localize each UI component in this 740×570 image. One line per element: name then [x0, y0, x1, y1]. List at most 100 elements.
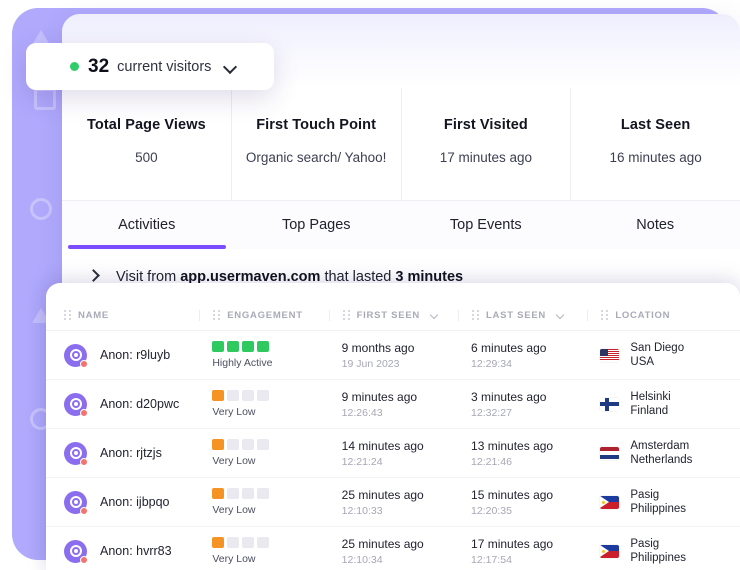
target-icon: [69, 496, 82, 508]
engagement-label: Very Low: [212, 504, 256, 516]
first-seen-relative: 25 minutes ago: [341, 487, 424, 502]
metric-title: Last Seen: [620, 117, 691, 133]
location-city: Helsinki: [630, 391, 671, 403]
last-seen-timestamp: 12:20:35: [471, 504, 512, 517]
table-row[interactable]: Anon: ijbpqo Very Low 25 minutes ago 12:10:…: [46, 478, 740, 527]
chevron-down-icon[interactable]: [223, 60, 237, 74]
first-seen-timestamp: 12:21:24: [341, 455, 383, 468]
cell-name: Anon: r9luyb: [46, 343, 199, 368]
target-icon: [69, 447, 82, 459]
avatar-status-dot-icon: [80, 506, 88, 515]
table-header-row: NAME ENGAGEMENT FIRST SEEN LAST SEEN LOC…: [46, 300, 740, 331]
engagement-label: Very Low: [212, 455, 256, 467]
location-city: San Diego: [630, 342, 685, 354]
cell-location: Pasig Philippines: [587, 489, 740, 515]
table-row[interactable]: Anon: hvrr83 Very Low 25 minutes ago 12:10:…: [46, 527, 740, 570]
cell-last-seen: 15 minutes ago 12:20:35: [458, 488, 587, 517]
cell-first-seen: 25 minutes ago 12:10:33: [329, 488, 458, 517]
metric-title: First Visited: [443, 117, 528, 133]
last-seen-timestamp: 12:29:34: [471, 357, 512, 370]
first-seen-timestamp: 12:10:33: [341, 504, 383, 517]
table-row[interactable]: Anon: rjtzjs Very Low 14 minutes ago 12:21:…: [46, 429, 740, 478]
flag-icon: [600, 348, 620, 362]
tab-notes[interactable]: Notes: [571, 201, 740, 249]
cell-first-seen: 9 months ago 19 Jun 2023: [329, 341, 458, 370]
last-seen-timestamp: 12:21:46: [471, 455, 512, 468]
first-seen-timestamp: 19 Jun 2023: [341, 357, 400, 370]
flag-icon: [600, 446, 620, 460]
flag-icon: [600, 544, 620, 558]
current-visitors-pill[interactable]: 32 current visitors: [26, 43, 274, 90]
engagement-bar: [257, 341, 270, 352]
metric-total-page-views: Total Page Views 500: [62, 88, 232, 200]
cell-last-seen: 3 minutes ago 12:32:27: [458, 390, 587, 419]
last-seen-timestamp: 12:32:27: [471, 406, 512, 419]
engagement-bar: [227, 537, 240, 548]
last-seen-relative: 3 minutes ago: [471, 389, 547, 404]
visitor-name: Anon: ijbpqo: [100, 495, 170, 509]
avatar: [64, 539, 88, 564]
last-seen-relative: 15 minutes ago: [471, 487, 554, 502]
cell-name: Anon: d20pwc: [46, 392, 199, 417]
avatar: [64, 490, 88, 515]
engagement-label: Very Low: [212, 406, 256, 418]
drag-handle-icon[interactable]: [471, 309, 479, 321]
engagement-bar: [227, 439, 240, 450]
drag-handle-icon[interactable]: [213, 309, 221, 321]
location-city: Pasig: [630, 538, 660, 550]
cell-engagement: Very Low: [199, 537, 328, 565]
cell-name: Anon: ijbpqo: [46, 490, 199, 515]
engagement-label: Very Low: [212, 553, 256, 565]
first-seen-relative: 14 minutes ago: [341, 438, 424, 453]
avatar-status-dot-icon: [80, 457, 88, 466]
column-header-first-seen[interactable]: FIRST SEEN: [328, 309, 458, 321]
sort-chevron-down-icon[interactable]: [430, 311, 439, 320]
visitors-count: 32: [88, 55, 110, 77]
tab-label: Notes: [636, 217, 675, 233]
tab-top-pages[interactable]: Top Pages: [232, 201, 402, 249]
metric-first-visited: First Visited 17 minutes ago: [402, 88, 572, 200]
column-label: LOCATION: [615, 309, 671, 321]
engagement-bar: [227, 390, 240, 401]
drag-handle-icon[interactable]: [342, 309, 350, 321]
first-seen-relative: 9 minutes ago: [341, 389, 418, 404]
first-seen-timestamp: 12:10:34: [341, 553, 383, 566]
target-icon: [69, 545, 82, 557]
column-header-engagement[interactable]: ENGAGEMENT: [199, 309, 328, 321]
visitor-name: Anon: hvrr83: [100, 544, 172, 558]
column-header-location[interactable]: LOCATION: [587, 309, 740, 321]
cell-engagement: Very Low: [199, 439, 328, 467]
location-country: Finland: [630, 405, 669, 417]
sort-chevron-down-icon[interactable]: [556, 311, 565, 320]
table-body: Anon: r9luyb Highly Active 9 months ago 19 …: [46, 331, 740, 570]
tab-activities[interactable]: Activities: [62, 201, 232, 249]
cell-location: Helsinki Finland: [587, 391, 740, 417]
column-header-name[interactable]: NAME: [46, 309, 199, 321]
cell-engagement: Very Low: [199, 390, 328, 418]
engagement-bar: [257, 439, 270, 450]
visitor-name: Anon: rjtzjs: [100, 446, 162, 460]
cell-last-seen: 17 minutes ago 12:17:54: [458, 537, 587, 566]
column-label: NAME: [78, 309, 109, 321]
column-header-last-seen[interactable]: LAST SEEN: [457, 309, 587, 321]
tab-bar: Activities Top Pages Top Events Notes: [62, 201, 740, 250]
last-seen-timestamp: 12:17:54: [471, 553, 512, 566]
metric-title: First Touch Point: [256, 117, 377, 133]
flag-icon: [600, 495, 620, 509]
flag-icon: [600, 397, 620, 411]
drag-handle-icon[interactable]: [64, 309, 71, 321]
location-city: Pasig: [630, 489, 660, 501]
cell-location: Amsterdam Netherlands: [587, 440, 740, 466]
metric-first-touch-point: First Touch Point Organic search/ Yahoo!: [232, 88, 402, 200]
tab-label: Top Pages: [281, 217, 351, 233]
avatar-status-dot-icon: [80, 359, 88, 368]
tab-top-events[interactable]: Top Events: [401, 201, 571, 249]
engagement-bar: [227, 341, 240, 352]
engagement-bars: [212, 390, 270, 401]
table-row[interactable]: Anon: r9luyb Highly Active 9 months ago 19 …: [46, 331, 740, 380]
cell-engagement: Highly Active: [199, 341, 328, 369]
visitor-name: Anon: r9luyb: [100, 348, 171, 362]
drag-handle-icon[interactable]: [601, 309, 609, 321]
cell-engagement: Very Low: [199, 488, 328, 516]
table-row[interactable]: Anon: d20pwc Very Low 9 minutes ago 12:26:4…: [46, 380, 740, 429]
